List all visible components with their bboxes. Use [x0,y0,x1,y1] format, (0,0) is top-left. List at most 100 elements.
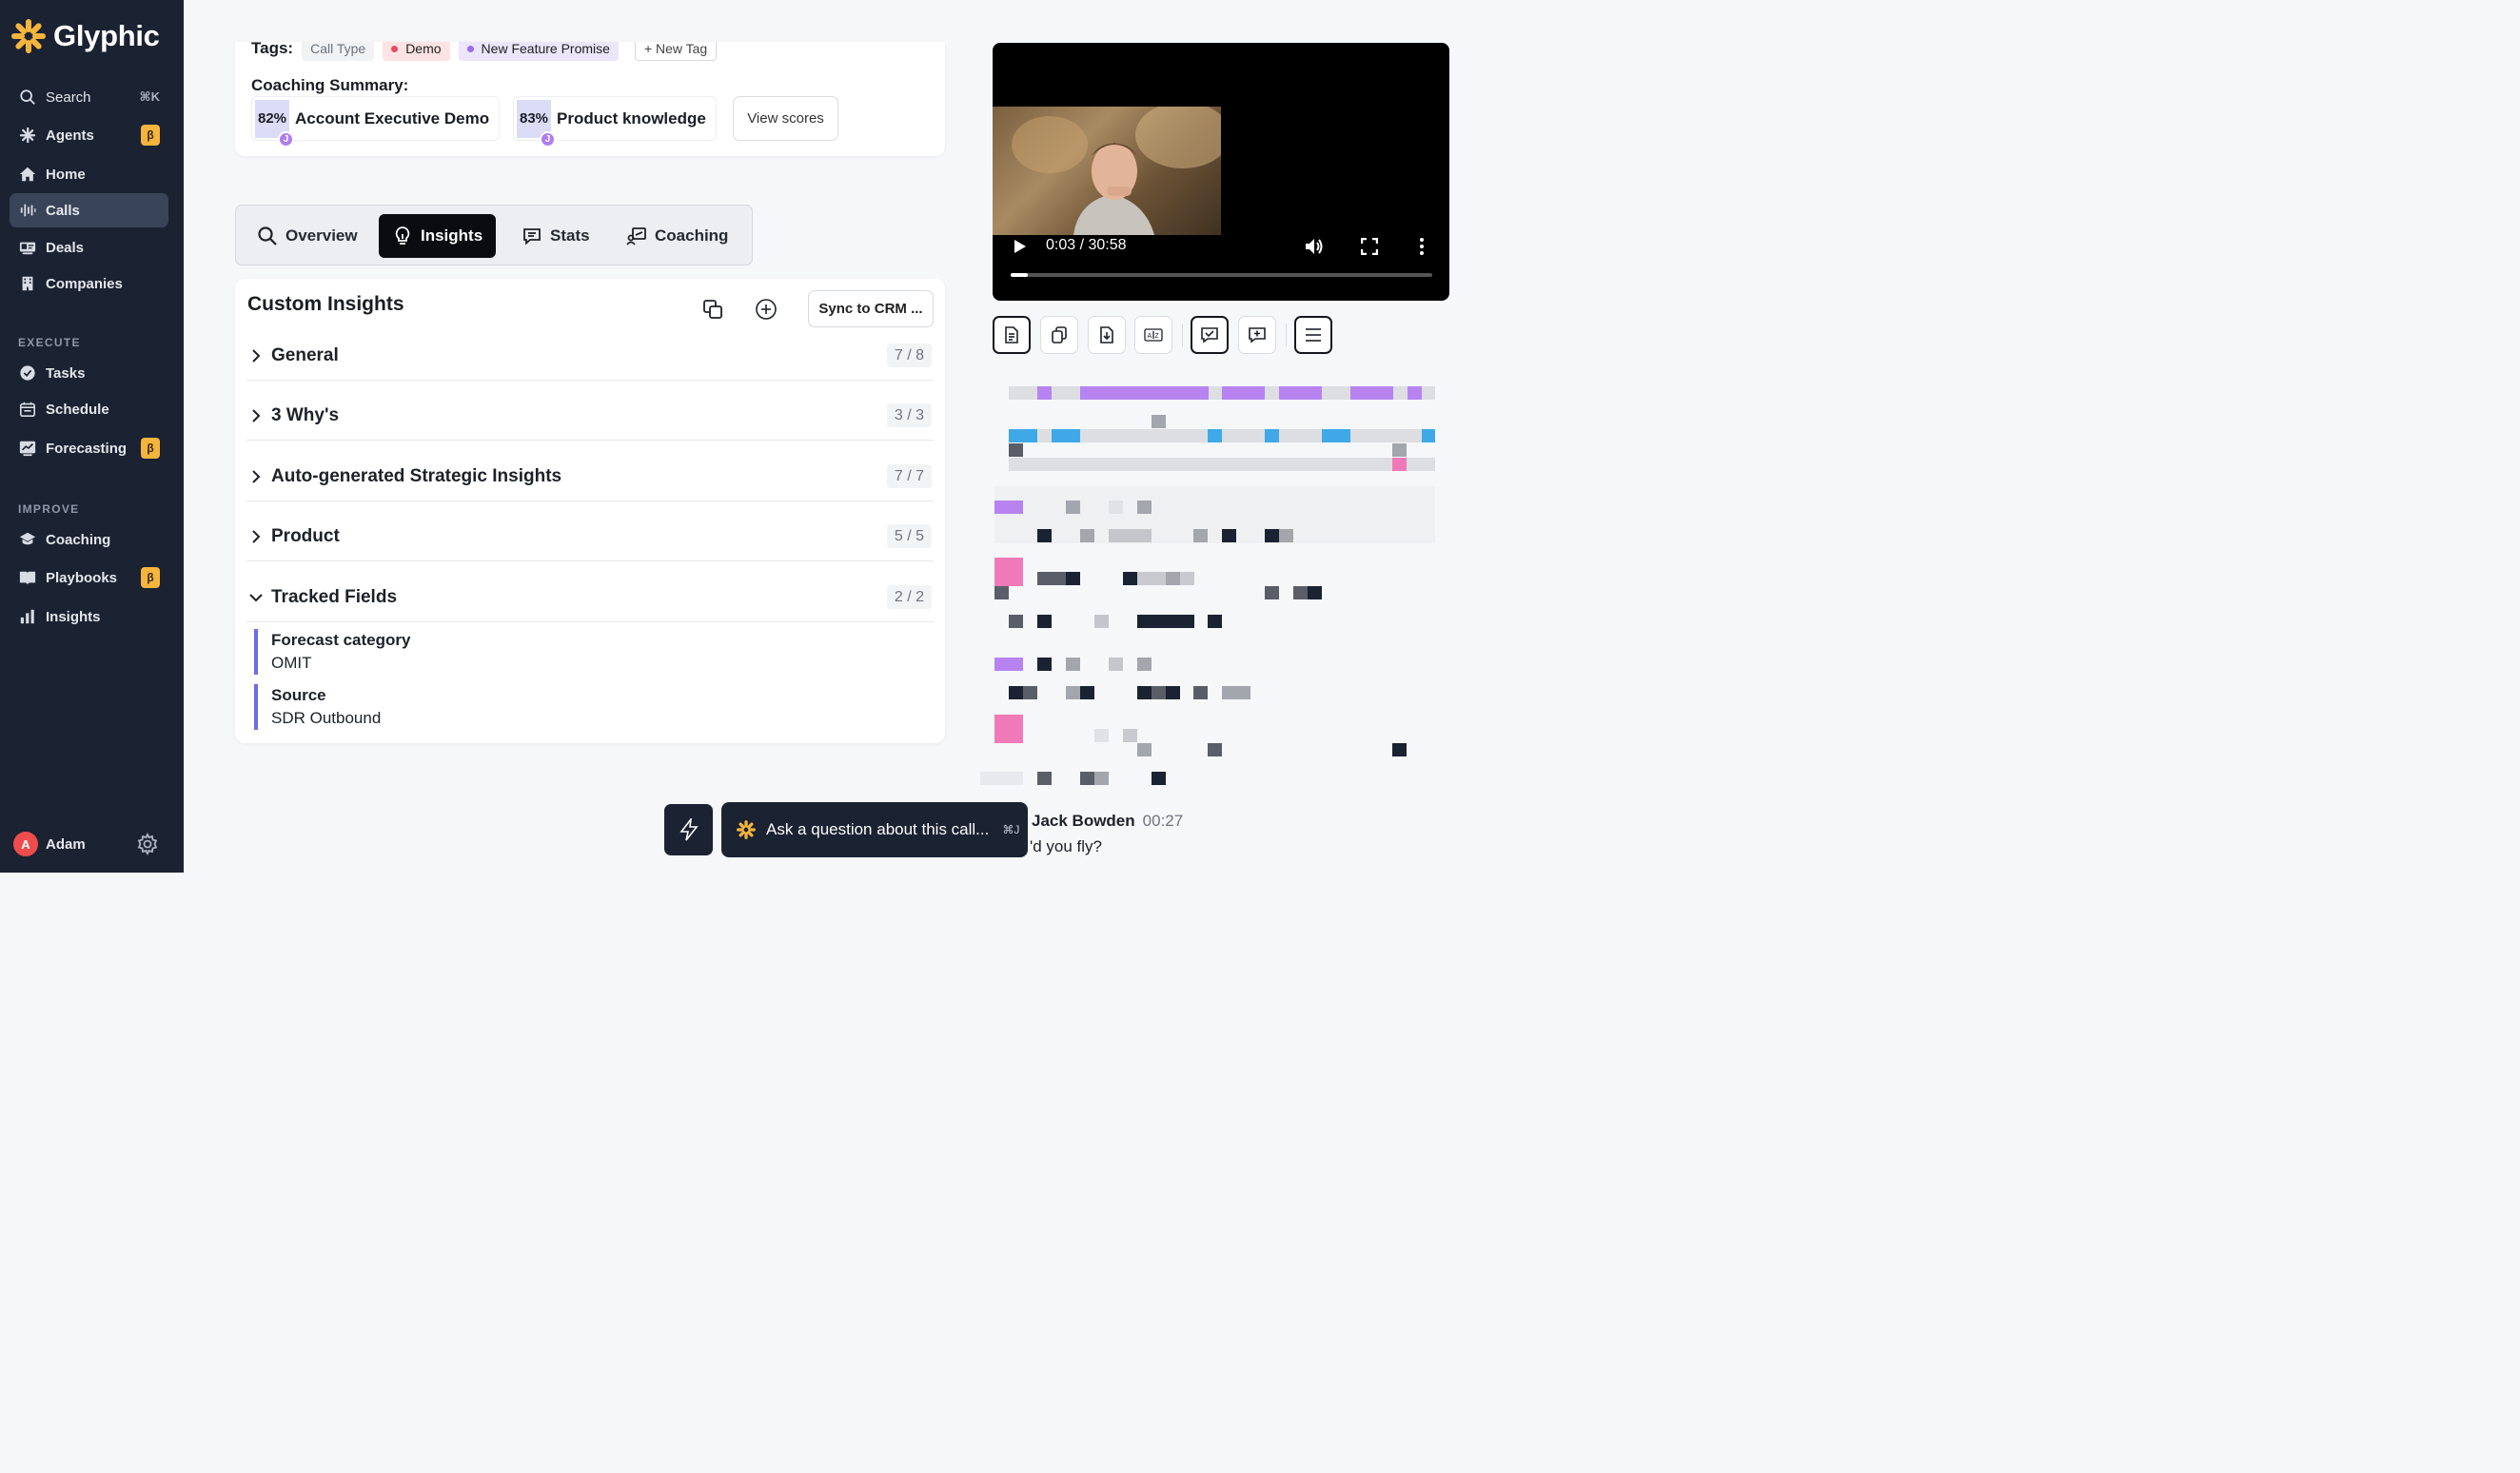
ask-question-bar[interactable]: Ask a question about this call... ⌘J [721,802,1028,857]
sidebar-item-coaching[interactable]: Coaching [10,522,168,557]
timeline-segment[interactable] [1037,658,1052,671]
timeline-segment[interactable] [1109,501,1123,514]
timeline-segment[interactable] [1392,458,1407,471]
timeline-segment[interactable] [1152,415,1166,428]
timeline-segment[interactable] [1109,529,1152,542]
timeline-segment[interactable] [980,772,1023,785]
timeline-segment[interactable] [1408,386,1422,400]
score-chip-product-knowledge[interactable]: 83% J Product knowledge [513,96,717,147]
copy-transcript-button[interactable] [1040,316,1078,354]
timeline-segment[interactable] [1422,429,1435,442]
timeline-segment[interactable] [994,558,1023,586]
timeline-segment[interactable] [1222,529,1236,542]
sidebar-item-home[interactable]: Home [10,157,168,191]
sync-to-crm-button[interactable]: Sync to CRM ... [808,290,934,327]
timeline-segment[interactable] [1152,686,1166,699]
view-scores-button[interactable]: View scores [733,96,838,141]
insight-row-3-whys[interactable]: 3 Why's 3 / 3 [246,391,934,441]
sidebar-item-playbooks[interactable]: Playbooks β [10,560,168,595]
timeline-segment[interactable] [1080,686,1094,699]
timeline-segment[interactable] [1208,429,1222,442]
timeline-segment[interactable] [1193,529,1208,542]
add-comment-button[interactable] [1238,316,1276,354]
download-button[interactable] [1088,316,1126,354]
timeline-segment[interactable] [1308,586,1322,599]
speaker-timestamp[interactable]: 00:27 [1143,812,1184,830]
volume-icon[interactable] [1304,236,1325,257]
timeline-segment[interactable] [1392,743,1407,756]
menu-button[interactable] [1294,316,1332,354]
timeline-segment[interactable] [1009,458,1435,471]
tab-coaching[interactable]: Coaching [613,214,741,258]
sidebar-item-agents[interactable]: Agents β [10,118,168,152]
sidebar-item-companies[interactable]: Companies [10,266,168,301]
quick-actions-button[interactable] [664,804,713,855]
sidebar-item-deals[interactable]: Deals [10,230,168,265]
timeline-segment[interactable] [1094,615,1109,628]
timeline-segment[interactable] [994,501,1023,514]
timeline-segment[interactable] [1080,529,1094,542]
timeline-segment[interactable] [1009,615,1023,628]
tag-call-type[interactable]: Call Type [302,42,375,61]
score-chip-account-executive-demo[interactable]: 82% J Account Executive Demo [251,96,501,147]
translate-button[interactable]: AZ [1134,316,1172,354]
timeline-segment[interactable] [1109,658,1123,671]
gear-icon[interactable] [136,833,159,855]
timeline-segment[interactable] [1037,529,1052,542]
timeline-segment[interactable] [994,486,1435,543]
timeline-segment[interactable] [1322,429,1350,442]
sidebar-item-tasks[interactable]: Tasks [10,356,168,390]
user-profile[interactable]: A Adam [13,832,86,856]
timeline-segment[interactable] [1166,572,1180,585]
add-insight-button[interactable] [753,296,779,323]
timeline-segment[interactable] [1152,772,1166,785]
timeline-segment[interactable] [1123,572,1137,585]
timeline-segment[interactable] [1037,772,1052,785]
play-icon[interactable] [1014,239,1027,254]
timeline-segment[interactable] [1037,386,1052,400]
tag-demo[interactable]: Demo [383,42,450,61]
timeline-segment[interactable] [1037,615,1052,628]
timeline-segment[interactable] [1279,529,1293,542]
timeline-segment[interactable] [1094,729,1109,742]
timeline-segment[interactable] [1066,658,1080,671]
insight-row-tracked-fields[interactable]: Tracked Fields 2 / 2 [246,573,934,622]
timeline-segment[interactable] [1123,729,1137,742]
new-tag-button[interactable]: + New Tag [634,42,718,61]
insight-row-strategic[interactable]: Auto-generated Strategic Insights 7 / 7 [246,452,934,501]
timeline-segment[interactable] [1137,615,1194,628]
timeline-segment[interactable] [1392,443,1407,457]
sidebar-item-schedule[interactable]: Schedule [10,392,168,426]
timeline-segment[interactable] [1023,686,1037,699]
tab-overview[interactable]: Overview [244,214,371,258]
timeline-segment[interactable] [1137,501,1152,514]
timeline-segment[interactable] [994,586,1009,599]
sidebar-item-calls[interactable]: Calls [10,193,168,227]
timeline-segment[interactable] [1265,586,1279,599]
timeline-segment[interactable] [994,658,1023,671]
timeline-segment[interactable] [1137,743,1152,756]
copy-button[interactable] [699,296,726,323]
timeline-segment[interactable] [1350,386,1393,400]
sidebar-item-insights[interactable]: Insights [10,599,168,634]
timeline-segment[interactable] [1208,743,1222,756]
timeline-segment[interactable] [1265,429,1279,442]
more-vertical-icon[interactable] [1419,237,1425,256]
timeline-segment[interactable] [994,715,1023,743]
transcript-button[interactable] [993,316,1031,354]
video-progress-bar[interactable] [1011,273,1432,277]
glyphic-logo[interactable]: Glyphic [10,17,160,55]
timeline-segment[interactable] [1222,386,1265,400]
comments-button[interactable] [1191,316,1229,354]
insight-row-general[interactable]: General 7 / 8 [246,331,934,381]
timeline-segment[interactable] [1009,443,1023,457]
video-player[interactable]: 0:03 / 30:58 [993,43,1449,301]
tab-stats[interactable]: Stats [508,214,603,258]
timeline-segment[interactable] [1222,686,1250,699]
fullscreen-icon[interactable] [1361,238,1378,255]
timeline-segment[interactable] [1009,429,1037,442]
timeline-segment[interactable] [1193,686,1208,699]
sidebar-item-search[interactable]: Search ⌘K [10,80,168,114]
insight-row-product[interactable]: Product 5 / 5 [246,512,934,561]
timeline-segment[interactable] [1066,572,1080,585]
